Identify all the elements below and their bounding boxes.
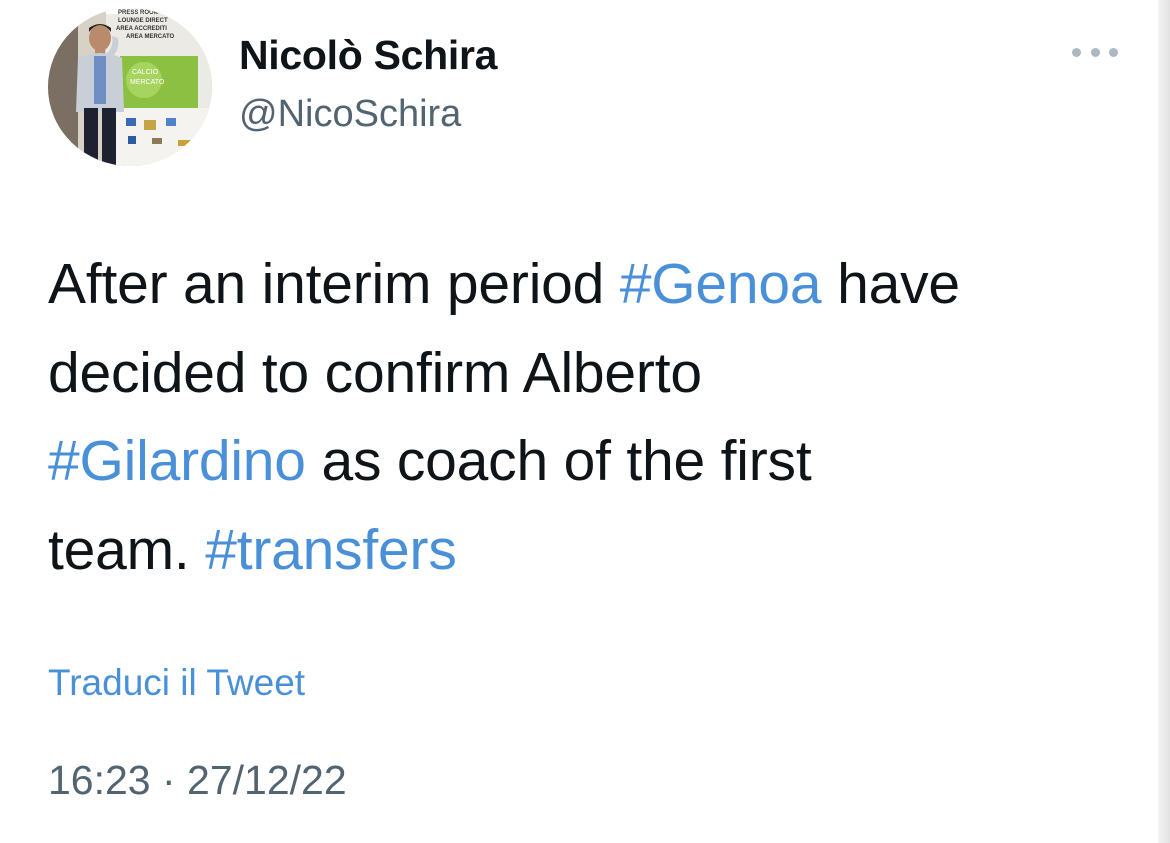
hashtag-genoa[interactable]: #Genoa bbox=[620, 252, 822, 316]
avatar-sign-line: AREA ACCREDITI bbox=[116, 26, 167, 32]
tweet-text: After an interim period #Genoa have deci… bbox=[48, 240, 1138, 594]
translate-tweet-link[interactable]: Traduci il Tweet bbox=[48, 662, 305, 704]
more-horizontal-icon bbox=[1090, 47, 1100, 57]
tweet-text-segment: decided to confirm Alberto bbox=[48, 340, 702, 405]
author-avatar[interactable]: PRESS ROOM LOUNGE DIRECT AREA ACCREDITI … bbox=[48, 8, 212, 166]
avatar-photo: PRESS ROOM LOUNGE DIRECT AREA ACCREDITI … bbox=[48, 8, 212, 166]
avatar-sign-line: PRESS ROOM bbox=[118, 10, 159, 16]
tweet-text-segment: as coach of the first bbox=[305, 429, 812, 493]
more-horizontal-icon bbox=[1109, 47, 1118, 57]
tweet-text-segment: After an interim period bbox=[48, 252, 620, 316]
author-name[interactable]: Nicolò Schira bbox=[239, 32, 497, 79]
tweet-text-line: team. #transfers bbox=[48, 506, 1138, 595]
more-horizontal-icon bbox=[1072, 47, 1081, 57]
tweet-text-line: #Gilardino as coach of the first bbox=[48, 417, 1138, 506]
hashtag-transfers[interactable]: #transfers bbox=[205, 518, 457, 582]
avatar-sign-line: LOUNGE DIRECT bbox=[118, 18, 168, 24]
tweet-text-segment: team. bbox=[48, 517, 206, 582]
screen-edge bbox=[1158, 0, 1170, 843]
tweet-text-line: After an interim period #Genoa have bbox=[48, 240, 1138, 329]
tweet-timestamp[interactable]: 16:23 · 27/12/22 bbox=[48, 757, 347, 804]
tweet-text-line: decided to confirm Alberto bbox=[48, 329, 1138, 418]
tweet-text-segment: have bbox=[821, 252, 960, 316]
avatar-banner-text: MERCATO bbox=[130, 79, 165, 86]
more-options-button[interactable] bbox=[1072, 44, 1118, 60]
hashtag-gilardino[interactable]: #Gilardino bbox=[48, 429, 306, 493]
avatar-banner-text: CALCIO bbox=[132, 69, 159, 76]
avatar-sign-line: AREA MERCATO bbox=[126, 34, 175, 40]
author-handle[interactable]: @NicoSchira bbox=[239, 93, 461, 136]
tweet-card: PRESS ROOM LOUNGE DIRECT AREA ACCREDITI … bbox=[0, 0, 1170, 843]
